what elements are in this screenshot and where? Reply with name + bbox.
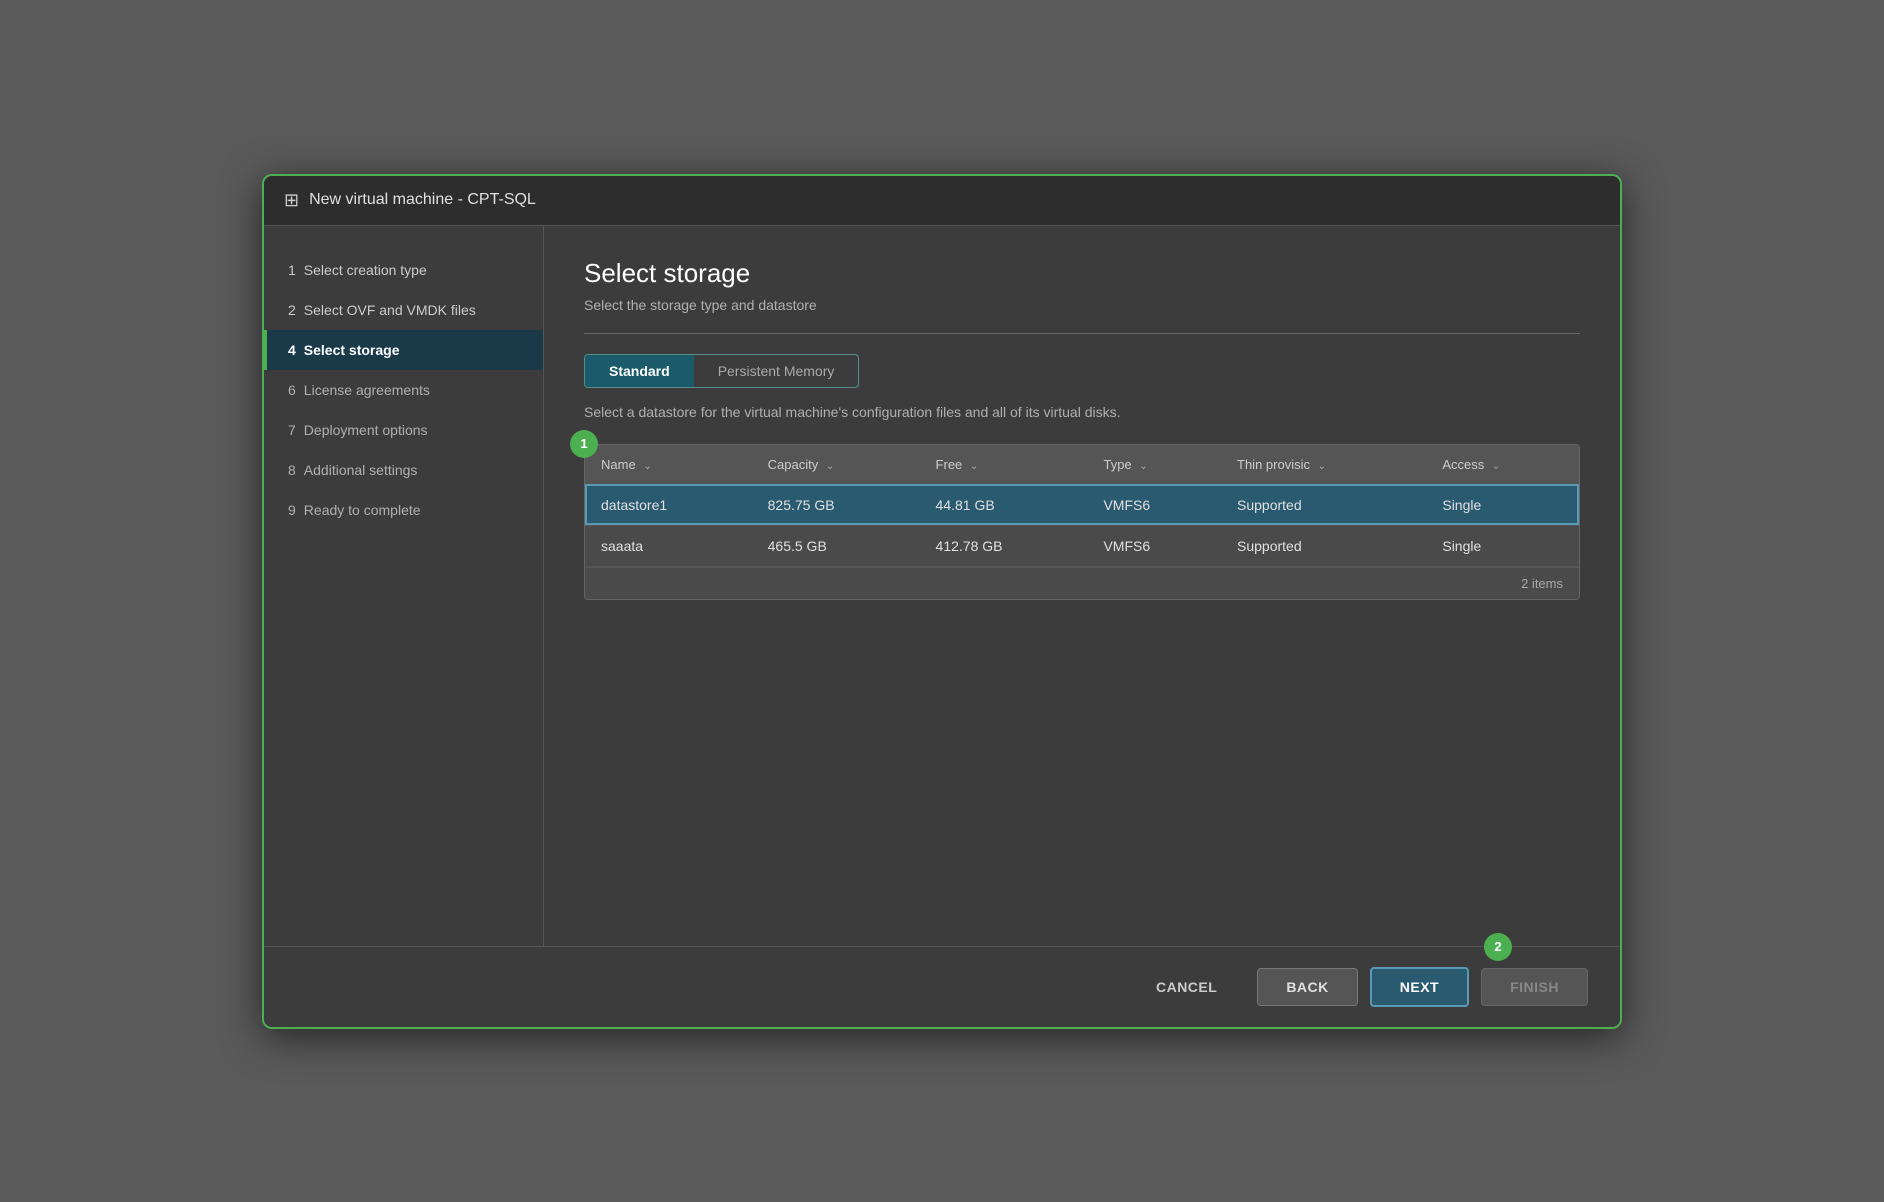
table-header: Name ⌄ Capacity ⌄ Free ⌄ [585,445,1579,485]
row2-capacity: 465.5 GB [752,525,920,566]
row1-type: VMFS6 [1087,484,1221,525]
row2-free: 412.78 GB [920,525,1088,566]
step8-label: Additional settings [304,462,418,478]
items-count: 2 items [585,567,1579,599]
step9-label: Ready to complete [304,502,421,518]
sidebar-item-step6[interactable]: 6 License agreements [264,370,543,410]
col-thin[interactable]: Thin provisic ⌄ [1221,445,1426,485]
row1-name: datastore1 [585,484,752,525]
divider [584,333,1580,334]
datastore-table: Name ⌄ Capacity ⌄ Free ⌄ [584,444,1580,600]
table-row[interactable]: saaata 465.5 GB 412.78 GB VMFS6 Supporte… [585,525,1579,566]
step2-number: 2 [288,302,296,318]
row1-access: Single [1426,484,1579,525]
sort-access-icon: ⌄ [1492,461,1500,472]
step8-number: 8 [288,462,296,478]
sidebar-item-step7[interactable]: 7 Deployment options [264,410,543,450]
row2-thin: Supported [1221,525,1426,566]
col-capacity[interactable]: Capacity ⌄ [752,445,920,485]
row2-type: VMFS6 [1087,525,1221,566]
sort-name-icon: ⌄ [643,461,651,472]
step7-label: Deployment options [304,422,428,438]
window-title: New virtual machine - CPT-SQL [309,191,536,209]
sort-type-icon: ⌄ [1139,461,1147,472]
sidebar-item-step9[interactable]: 9 Ready to complete [264,490,543,530]
row2-access: Single [1426,525,1579,566]
table-body: datastore1 825.75 GB 44.81 GB VMFS6 Supp… [585,484,1579,566]
step2-label: Select OVF and VMDK files [304,302,476,318]
title-bar: ⊞ New virtual machine - CPT-SQL [264,176,1620,226]
finish-button[interactable]: FINISH [1481,968,1588,1006]
step4-label: Select storage [304,342,400,358]
row1-capacity: 825.75 GB [752,484,920,525]
col-type[interactable]: Type ⌄ [1087,445,1221,485]
page-title: Select storage [584,258,1580,289]
cancel-button[interactable]: CANCEL [1128,969,1245,1005]
header-row: Name ⌄ Capacity ⌄ Free ⌄ [585,445,1579,485]
sort-free-icon: ⌄ [970,461,978,472]
step1-label: Select creation type [304,262,427,278]
footer: 2 CANCEL BACK NEXT FINISH [264,946,1620,1027]
dialog-container: ⊞ New virtual machine - CPT-SQL 1 Select… [262,174,1622,1029]
page-subtitle: Select the storage type and datastore [584,297,1580,313]
tab-description: Select a datastore for the virtual machi… [584,404,1580,420]
row2-name: saaata [585,525,752,566]
tab-bar: Standard Persistent Memory [584,354,859,388]
step9-number: 9 [288,502,296,518]
storage-table: Name ⌄ Capacity ⌄ Free ⌄ [585,445,1579,567]
sidebar-item-step4[interactable]: 4 Select storage [264,330,543,370]
row1-thin: Supported [1221,484,1426,525]
next-button[interactable]: NEXT [1370,967,1469,1007]
main-content: Select storage Select the storage type a… [544,226,1620,946]
col-access[interactable]: Access ⌄ [1426,445,1579,485]
table-row[interactable]: datastore1 825.75 GB 44.81 GB VMFS6 Supp… [585,484,1579,525]
sort-capacity-icon: ⌄ [826,461,834,472]
vm-icon: ⊞ [284,190,299,211]
tab-persistent-memory[interactable]: Persistent Memory [694,355,859,387]
sidebar: 1 Select creation type 2 Select OVF and … [264,226,544,946]
col-free[interactable]: Free ⌄ [920,445,1088,485]
sort-thin-icon: ⌄ [1318,461,1326,472]
step6-number: 6 [288,382,296,398]
step6-label: License agreements [304,382,430,398]
sidebar-item-step8[interactable]: 8 Additional settings [264,450,543,490]
step7-number: 7 [288,422,296,438]
table-wrapper: 1 Name ⌄ Capacity ⌄ [584,444,1580,600]
badge-2: 2 [1484,933,1512,961]
step4-number: 4 [288,342,296,358]
sidebar-item-step2[interactable]: 2 Select OVF and VMDK files [264,290,543,330]
col-name[interactable]: Name ⌄ [585,445,752,485]
sidebar-item-step1[interactable]: 1 Select creation type [264,250,543,290]
row1-free: 44.81 GB [920,484,1088,525]
dialog-body: 1 Select creation type 2 Select OVF and … [264,226,1620,946]
badge-1: 1 [570,430,598,458]
back-button[interactable]: BACK [1257,968,1357,1006]
step1-number: 1 [288,262,296,278]
tab-standard[interactable]: Standard [585,355,694,387]
